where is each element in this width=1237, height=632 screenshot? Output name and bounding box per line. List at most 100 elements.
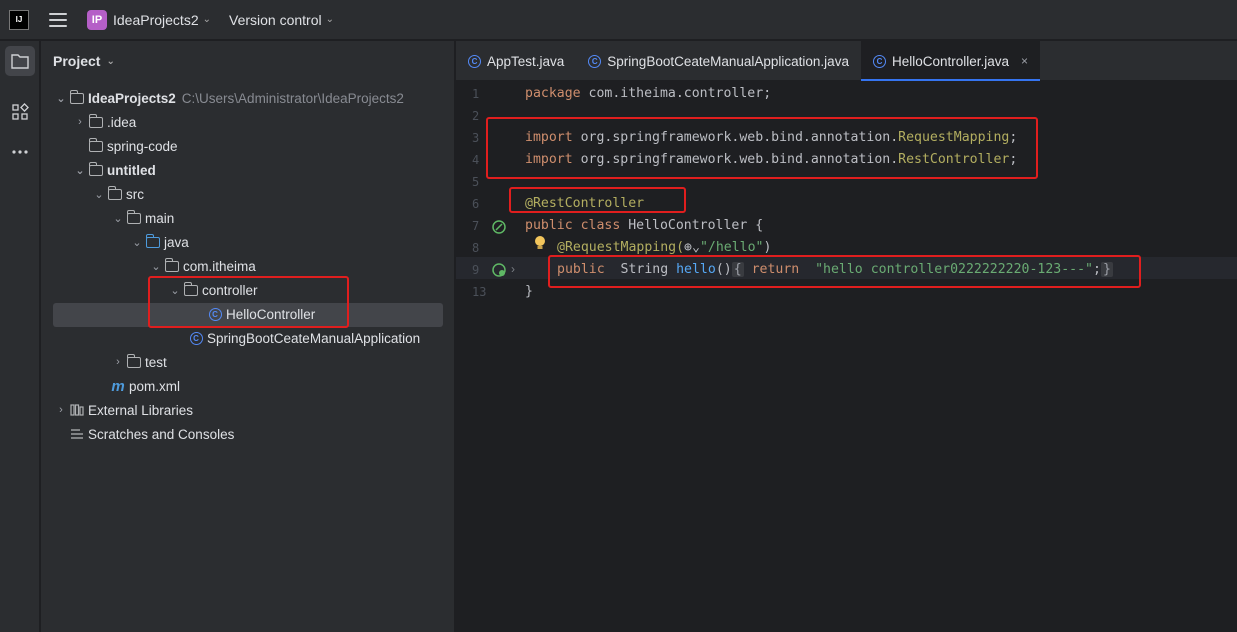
chevron-down-icon: ⌄ [325,14,334,25]
version-control-menu[interactable]: Version control ⌄ [229,12,334,28]
panel-title: Project [53,53,101,69]
module-folder-icon [88,161,104,177]
tree-item-spring-code[interactable]: spring-code [88,134,178,158]
chevron-down-icon[interactable]: ⌄ [167,284,183,297]
tree-item-label: HelloController [226,306,316,322]
tab-label: AppTest.java [487,53,565,69]
tree-item-ideaprojects2[interactable]: ⌄ IdeaProjects2 C:\Users\Administrator\I… [53,86,404,110]
tree-item-label: untitled [107,162,156,178]
chevron-right-icon[interactable]: › [53,404,69,416]
main-menu-icon[interactable] [49,12,67,27]
editor-area: C AppTest.java C SpringBootCeateManualAp… [456,41,1237,632]
tree-item-untitled[interactable]: ⌄ untitled [72,158,156,182]
structure-tool-button[interactable] [5,97,35,127]
tree-item-idea[interactable]: › .idea [72,110,136,134]
tree-item-hellocontroller[interactable]: C HelloController [207,302,315,326]
tab-springbootceatemanualapplication[interactable]: C SpringBootCeateManualApplication.java [576,41,861,81]
line-number: 4 [472,153,480,167]
folder-icon [126,353,142,369]
tree-item-label: .idea [107,114,137,130]
class-icon: C [207,307,223,321]
folder-icon [88,137,104,153]
maven-icon: m [111,377,125,395]
globe-icon[interactable]: ⊕⌄ [684,240,700,255]
tree-item-src[interactable]: ⌄ src [91,182,144,206]
tree-item-label: SpringBootCeateManualApplication [207,330,421,346]
code-line: @RestController [525,195,645,211]
spring-class-icon: C [588,54,602,68]
spring-bean-icon[interactable] [491,219,507,235]
more-dots-icon [12,150,28,154]
chevron-down-icon[interactable]: ⌄ [129,236,145,249]
project-panel-header[interactable]: Project ⌄ [53,53,115,69]
line-number: 13 [472,285,487,299]
line-number: 1 [472,87,480,101]
package-icon [164,257,180,273]
chevron-down-icon[interactable]: ⌄ [148,260,164,273]
code-line: @RequestMapping(⊕⌄ "/hello") [557,239,772,255]
version-control-label: Version control [229,11,322,28]
chevron-down-icon: ⌄ [106,55,115,67]
project-tool-button[interactable] [5,46,35,76]
tree-item-pom-xml[interactable]: m pom.xml [110,374,180,398]
line-number: 9 [472,263,480,277]
code-line: public String hello() { return "hello co… [557,261,1113,277]
intellij-logo-icon: IJ [9,9,29,30]
title-bar: IJ IP IdeaProjects2 ⌄ Version control ⌄ [0,0,1237,40]
fold-marker[interactable]: { [731,261,744,277]
tree-item-label: pom.xml [129,378,181,394]
tree-item-label: com.itheima [183,258,256,274]
class-icon: C [872,54,886,68]
folder-icon [88,113,104,129]
code-line: } [525,283,533,299]
chevron-down-icon[interactable]: ⌄ [110,212,126,225]
folder-icon [11,54,29,69]
tool-window-strip [0,41,40,632]
class-icon: C [468,54,481,68]
tab-hellocontroller[interactable]: C HelloController.java × [860,41,1041,81]
tree-item-label: spring-code [107,138,178,154]
tree-item-label: main [145,210,175,226]
tree-item-label: controller [202,282,258,298]
tree-item-label: IdeaProjects2 [88,90,176,106]
tree-item-scratches[interactable]: Scratches and Consoles [69,422,234,446]
fold-marker[interactable]: } [1100,261,1113,277]
tree-item-controller[interactable]: ⌄ controller [167,278,258,302]
tree-item-label: External Libraries [88,402,194,418]
tab-label: SpringBootCeateManualApplication.java [607,53,849,69]
project-badge-icon: IP [87,9,107,30]
libraries-icon [69,403,85,417]
module-folder-icon [69,89,85,105]
tree-item-springbootceatemanualapplication[interactable]: C SpringBootCeateManualApplication [188,326,420,350]
tree-item-test[interactable]: › test [110,350,167,374]
tab-label: HelloController.java [891,53,1010,69]
tree-item-main[interactable]: ⌄ main [110,206,174,230]
line-number: 5 [472,175,480,189]
chevron-down-icon[interactable]: ⌄ [91,188,107,201]
line-number: 6 [472,197,480,211]
chevron-down-icon[interactable]: ⌄ [72,164,88,177]
tab-apptest[interactable]: C AppTest.java [456,41,576,81]
tree-item-label: java [164,234,189,250]
line-number: 8 [472,241,480,255]
tree-item-path: C:\Users\Administrator\IdeaProjects2 [181,90,404,106]
tree-item-java[interactable]: ⌄ java [129,230,189,254]
close-icon[interactable]: × [1021,54,1028,68]
chevron-down-icon[interactable]: ⌄ [53,92,69,105]
tree-item-external-libraries[interactable]: › External Libraries [53,398,193,422]
chevron-right-icon[interactable]: › [110,356,126,368]
code-line: package com.itheima.controller; [525,85,772,101]
spring-class-icon: C [188,331,204,345]
lightbulb-icon[interactable] [533,235,547,251]
scratches-icon [69,427,85,441]
project-switcher[interactable]: IdeaProjects2 ⌄ [113,12,211,28]
chevron-right-icon[interactable]: › [72,116,88,128]
chevron-right-icon[interactable]: › [511,262,515,276]
tree-item-label: src [126,186,144,202]
web-endpoint-icon[interactable] [491,262,507,278]
code-line: import org.springframework.web.bind.anno… [525,129,1018,145]
folder-icon [126,209,142,225]
tree-item-label: Scratches and Consoles [88,426,235,442]
tree-item-com-itheima[interactable]: ⌄ com.itheima [148,254,256,278]
more-tools-button[interactable] [5,137,35,167]
